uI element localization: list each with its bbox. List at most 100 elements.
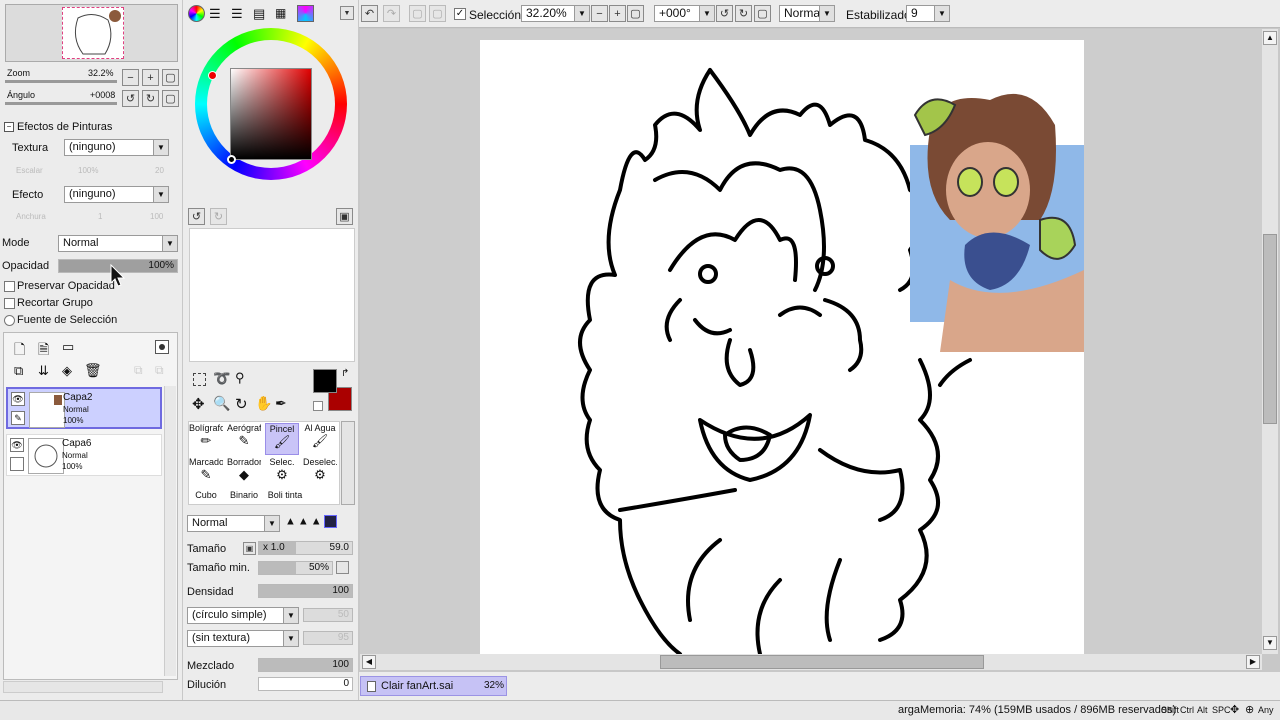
scratchpad-options-icon[interactable]: ▣	[336, 208, 353, 225]
tool-bucket[interactable]: Cubo	[189, 490, 223, 504]
rotate-cw-button[interactable]: ↻	[735, 5, 752, 22]
layer-row[interactable]: 👁 ✎ Capa2 Normal 100%	[6, 387, 162, 429]
scroll-up-icon[interactable]: ▲	[1263, 31, 1277, 45]
scroll-thumb-vertical[interactable]	[1263, 234, 1277, 424]
color-forward-icon[interactable]: ↻	[210, 208, 227, 225]
eyedropper-icon[interactable]: ✒	[275, 395, 287, 412]
primary-color-swatch[interactable]	[313, 369, 337, 393]
brush-shape-dropdown[interactable]: (círculo simple) ▼	[187, 607, 299, 624]
density-slider[interactable]: 100	[258, 584, 353, 598]
color-history-icon[interactable]: ↺	[188, 208, 205, 225]
undo-icon[interactable]: ↶	[361, 5, 378, 22]
tool-marker[interactable]: Marcador✎	[189, 457, 223, 489]
document-tab[interactable]: Clair fanArt.sai 32%	[360, 676, 507, 696]
scratchpad[interactable]	[189, 228, 355, 362]
brush-lock-icon[interactable]	[10, 457, 24, 471]
eye-icon[interactable]: 👁	[11, 392, 25, 406]
selection-source-radio[interactable]	[4, 315, 15, 326]
horizontal-scrollbar[interactable]: ◀ ▶	[360, 654, 1262, 670]
layer-row[interactable]: 👁 Capa6 Normal 100%	[6, 434, 162, 476]
dilution-slider[interactable]: 0	[258, 677, 353, 691]
invert-selection-icon[interactable]: ▢	[429, 5, 446, 22]
zoom-in-icon[interactable]: +	[142, 69, 159, 86]
rgb-slider-mode-icon[interactable]: ☰	[209, 6, 221, 22]
texture-strength-slider[interactable]: 95	[303, 631, 353, 645]
new-folder-icon[interactable]: ▭	[62, 339, 74, 355]
clear-layer-icon[interactable]: ◈	[62, 363, 72, 379]
layer-scrollbar[interactable]	[164, 386, 176, 676]
brush-shape-icons[interactable]: ▲▲▲	[285, 515, 355, 533]
texture-dropdown[interactable]: (ninguno) ▼	[64, 139, 169, 156]
brush-blend-dropdown[interactable]: Normal ▼	[187, 515, 280, 532]
toolbar-menu-icon[interactable]: ▼	[340, 6, 354, 20]
layer-hscroll[interactable]	[3, 681, 163, 693]
brush-texture-dropdown[interactable]: (sin textura) ▼	[187, 630, 299, 647]
palette-mode-icon[interactable]: ▦	[275, 6, 286, 20]
navigator-preview[interactable]	[5, 4, 178, 62]
scratchpad-mode-icon[interactable]	[297, 5, 314, 22]
tool-deselect[interactable]: Deselec. ⚙	[303, 457, 337, 489]
vertical-scrollbar[interactable]: ▲ ▼	[1262, 29, 1278, 654]
zoom-fit-button[interactable]: ▢	[627, 5, 644, 22]
effect-dropdown[interactable]: (ninguno) ▼	[64, 186, 169, 203]
rotate-ccw-button[interactable]: ↺	[716, 5, 733, 22]
tool-binary[interactable]: Binario	[227, 490, 261, 504]
size-slider[interactable]: x 1.0 59.0	[258, 541, 353, 555]
collapse-icon[interactable]: −	[4, 122, 14, 132]
scroll-right-icon[interactable]: ▶	[1246, 655, 1260, 669]
delete-layer-icon[interactable]: 🗑	[84, 362, 102, 379]
redo-icon[interactable]: ↷	[383, 5, 400, 22]
layer-action-icon[interactable]: ⧉	[134, 363, 143, 378]
tool-watercolor[interactable]: Al Agua 🖌	[303, 423, 337, 455]
merge-down-icon[interactable]: ⇊	[38, 363, 49, 379]
view-blend-dropdown[interactable]: Normal ▼	[779, 5, 835, 22]
zoom-icon[interactable]: 🔍	[213, 395, 230, 412]
mode-dropdown[interactable]: Normal ▼	[58, 235, 178, 252]
magic-wand-icon[interactable]: ⚲	[235, 370, 245, 386]
tool-brush[interactable]: Pincel 🖌	[265, 423, 299, 455]
swatch-mode-icon[interactable]: ▤	[253, 6, 265, 22]
preserve-opacity-checkbox[interactable]	[4, 281, 15, 292]
scroll-thumb-horizontal[interactable]	[660, 655, 984, 669]
selection-checkbox[interactable]: ✓	[454, 8, 466, 20]
canvas[interactable]	[480, 40, 1084, 654]
tool-pen[interactable]: Bolígrafo ✏	[189, 423, 223, 455]
brush-lock-icon[interactable]: ✎	[11, 411, 25, 425]
zoom-out-icon[interactable]: −	[122, 69, 139, 86]
tool-select[interactable]: Selec. ⚙	[265, 457, 299, 489]
rotate-icon[interactable]: ↻	[235, 395, 248, 413]
rotate-reset-icon[interactable]: ▢	[162, 90, 179, 107]
angle-slider[interactable]	[5, 102, 117, 105]
mix-slider[interactable]: 100	[258, 658, 353, 672]
hand-icon[interactable]: ✋	[255, 395, 272, 412]
rect-select-icon[interactable]	[193, 373, 206, 386]
swap-colors-icon[interactable]: ↱	[341, 368, 349, 379]
zoom-out-button[interactable]: −	[591, 5, 608, 22]
new-layer-icon[interactable]: 🗋	[14, 339, 25, 363]
rotate-left-icon[interactable]: ↺	[122, 90, 139, 107]
zoom-slider[interactable]	[5, 80, 117, 83]
canvas-viewport[interactable]	[360, 29, 1262, 654]
scroll-left-icon[interactable]: ◀	[362, 655, 376, 669]
layer-mask-icon[interactable]	[155, 340, 169, 354]
zoom-dropdown[interactable]: 32.20% ▼	[521, 5, 590, 22]
zoom-reset-icon[interactable]: ▢	[162, 69, 179, 86]
deselect-icon[interactable]: ▢	[409, 5, 426, 22]
move-icon[interactable]: ✥	[192, 395, 205, 413]
tool-ink-pen[interactable]: Boli tinta	[265, 490, 305, 504]
new-vector-layer-icon[interactable]: 🗎	[38, 339, 49, 363]
tool-grid-scrollbar[interactable]	[341, 421, 355, 505]
layer-action-icon[interactable]: ⧉	[155, 363, 164, 378]
rotate-right-icon[interactable]: ↻	[142, 90, 159, 107]
tool-eraser[interactable]: Borrador ◆	[227, 457, 261, 489]
clip-group-checkbox[interactable]	[4, 298, 15, 309]
lasso-icon[interactable]: ➰	[213, 370, 230, 387]
tool-airbrush[interactable]: Aerógraf ✎	[227, 423, 261, 455]
stabilizer-dropdown[interactable]: 9 ▼	[906, 5, 950, 22]
min-size-slider[interactable]: 50%	[258, 561, 333, 575]
min-size-toggle[interactable]	[336, 561, 349, 574]
zoom-in-button[interactable]: +	[609, 5, 626, 22]
copy-layer-icon[interactable]: ⧉	[14, 363, 23, 379]
size-mult-toggle[interactable]: ▣	[243, 542, 256, 555]
color-wheel-mode-icon[interactable]	[188, 5, 205, 22]
